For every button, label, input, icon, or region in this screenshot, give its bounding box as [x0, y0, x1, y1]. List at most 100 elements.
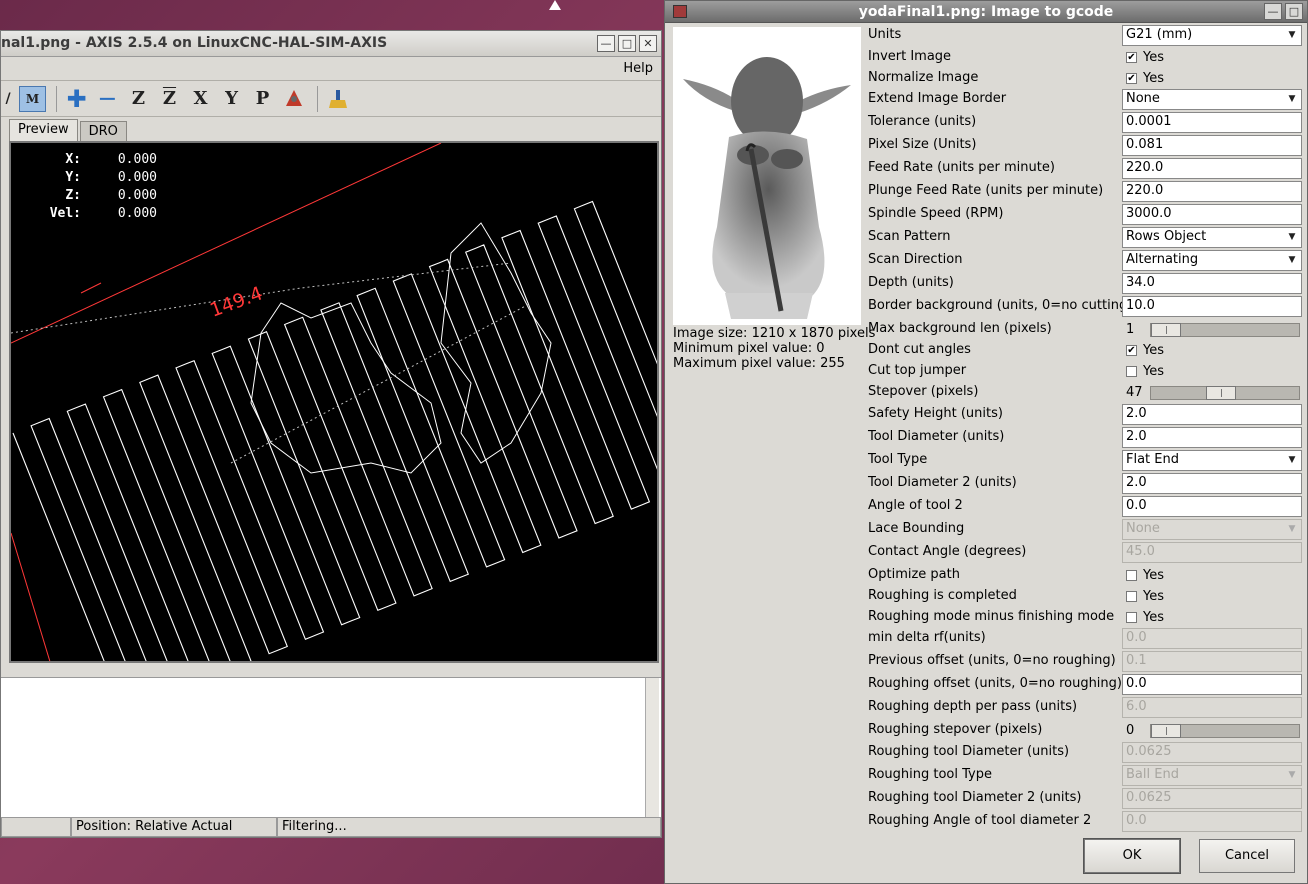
scan-pattern-select[interactable]: Rows Object ▼	[1122, 227, 1302, 248]
roughing-offset-units-0-no-roughing-field[interactable]: 0.0	[1122, 674, 1302, 695]
param-row-normalize-image: Normalize Image ✔ Yes	[868, 67, 1306, 88]
param-row-feed-rate-units-per-minute: Feed Rate (units per minute) 220.0	[868, 157, 1306, 180]
invert-image-checkbox[interactable]: ✔ Yes	[1122, 47, 1302, 68]
checkbox-unchecked-icon[interactable]	[1126, 570, 1137, 581]
param-label: Spindle Speed (RPM)	[868, 206, 1004, 221]
checkbox-checked-icon[interactable]: ✔	[1126, 73, 1137, 84]
border-background-units-0-no-cutting-field[interactable]: 10.0	[1122, 296, 1302, 317]
tool-diameter-2-units-field[interactable]: 2.0	[1122, 473, 1302, 494]
view-z2-button[interactable]: Z	[156, 86, 183, 112]
param-row-invert-image: Invert Image ✔ Yes	[868, 46, 1306, 67]
window-menu-icon[interactable]	[673, 5, 687, 18]
slider-track[interactable]	[1150, 723, 1300, 738]
slider-track[interactable]	[1150, 322, 1300, 337]
checkbox-checked-icon[interactable]: ✔	[1126, 52, 1137, 63]
gcode-text-area[interactable]	[1, 677, 661, 818]
angle-of-tool-2-field[interactable]: 0.0	[1122, 496, 1302, 517]
param-control: 0.0	[1122, 496, 1302, 517]
param-control: 34.0	[1122, 273, 1302, 294]
checkbox-unchecked-icon[interactable]	[1126, 612, 1137, 623]
help-menu[interactable]: Help	[623, 61, 653, 76]
normalize-image-checkbox[interactable]: ✔ Yes	[1122, 68, 1302, 89]
param-label: Roughing Angle of tool diameter 2	[868, 813, 1092, 828]
param-row-lace-bounding: Lace Bounding None ▼	[868, 518, 1306, 541]
tolerance-units-field[interactable]: 0.0001	[1122, 112, 1302, 133]
param-control: Yes	[1122, 586, 1302, 607]
optimize-path-checkbox[interactable]: Yes	[1122, 565, 1302, 586]
minimize-icon[interactable]: —	[1264, 3, 1282, 20]
pixel-size-units-field[interactable]: 0.081	[1122, 135, 1302, 156]
view-x-button[interactable]: X	[187, 86, 214, 112]
console-scrollbar[interactable]	[645, 678, 659, 818]
slider-thumb[interactable]	[1206, 385, 1236, 400]
maximize-icon[interactable]: □	[618, 35, 636, 52]
minimize-icon[interactable]: —	[597, 35, 615, 52]
dont-cut-angles-checkbox[interactable]: ✔ Yes	[1122, 340, 1302, 361]
param-row-tool-diameter-2-units: Tool Diameter 2 (units) 2.0	[868, 472, 1306, 495]
gcode-preview-canvas[interactable]: X: 0.000 Y: 0.000 Z: 0.000 Vel: 0.000 149.4	[9, 141, 659, 663]
param-label: Contact Angle (degrees)	[868, 544, 1027, 559]
rapid-move-path	[11, 262, 532, 464]
checkbox-checked-icon[interactable]: ✔	[1126, 345, 1137, 356]
clear-live-plot-icon[interactable]	[324, 86, 351, 112]
chevron-down-icon[interactable]: ▼	[1285, 453, 1299, 468]
min-pixel-label: Minimum pixel value: 0	[673, 341, 825, 356]
chevron-down-icon: ▼	[1288, 524, 1296, 534]
checkbox-unchecked-icon[interactable]	[1126, 591, 1137, 602]
chevron-down-icon[interactable]: ▼	[1285, 28, 1299, 43]
param-label: Roughing tool Diameter 2 (units)	[868, 790, 1082, 805]
param-label: Dont cut angles	[868, 342, 971, 357]
param-control: 6.0	[1122, 697, 1302, 718]
param-label: Cut top jumper	[868, 363, 967, 378]
depth-units-field[interactable]: 34.0	[1122, 273, 1302, 294]
machine-view-icon[interactable]: M	[19, 85, 46, 112]
param-control: Ball End ▼	[1122, 765, 1302, 786]
param-row-scan-direction: Scan Direction Alternating ▼	[868, 249, 1306, 272]
tool-type-select[interactable]: Flat End ▼	[1122, 450, 1302, 471]
feed-rate-units-per-minute-field[interactable]: 220.0	[1122, 158, 1302, 179]
slider-thumb[interactable]	[1151, 322, 1181, 337]
param-label: Roughing mode minus finishing mode	[868, 609, 1115, 624]
image-info: Image size: 1210 x 1870 pixels Minimum p…	[673, 326, 875, 371]
param-row-spindle-speed-rpm: Spindle Speed (RPM) 3000.0	[868, 203, 1306, 226]
safety-height-units-field[interactable]: 2.0	[1122, 404, 1302, 425]
parameter-form: Units G21 (mm) ▼ Invert Image ✔ Yes Normalize …	[868, 24, 1306, 833]
checkbox-unchecked-icon[interactable]	[1126, 366, 1137, 377]
param-row-roughing-mode-minus-finishing-mode: Roughing mode minus finishing mode Yes	[868, 606, 1306, 627]
roughing-mode-minus-finishing-mode-checkbox[interactable]: Yes	[1122, 607, 1302, 628]
chevron-down-icon[interactable]: ▼	[1285, 230, 1299, 245]
slider-thumb[interactable]	[1151, 723, 1181, 738]
view-p-button[interactable]: P	[249, 86, 276, 112]
param-control: Yes	[1122, 607, 1302, 628]
slider-track[interactable]	[1150, 385, 1300, 400]
spindle-speed-rpm-field[interactable]: 3000.0	[1122, 204, 1302, 225]
zoom-in-icon[interactable]: ✚	[63, 85, 90, 113]
view-toggle-button[interactable]: /	[1, 86, 15, 112]
param-control: 47	[1122, 382, 1302, 403]
tab-preview[interactable]: Preview	[9, 119, 78, 143]
tab-dro[interactable]: DRO	[79, 121, 127, 143]
param-control: ✔ Yes	[1122, 47, 1302, 68]
scan-direction-select[interactable]: Alternating ▼	[1122, 250, 1302, 271]
zoom-out-icon[interactable]: ─	[94, 85, 121, 113]
close-icon[interactable]: ✕	[639, 35, 657, 52]
chevron-down-icon[interactable]: ▼	[1285, 253, 1299, 268]
param-row-dont-cut-angles: Dont cut angles ✔ Yes	[868, 339, 1306, 360]
maximize-icon[interactable]: □	[1285, 3, 1303, 20]
select-value: Ball End	[1126, 767, 1179, 782]
view-z-button[interactable]: Z	[125, 86, 152, 112]
tool-diameter-units-field[interactable]: 2.0	[1122, 427, 1302, 448]
rotate-view-icon[interactable]	[280, 86, 307, 112]
cancel-button[interactable]: Cancel	[1199, 839, 1295, 873]
extend-image-border-select[interactable]: None ▼	[1122, 89, 1302, 110]
param-label: Roughing tool Type	[868, 767, 992, 782]
ok-button[interactable]: OK	[1084, 839, 1180, 873]
units-select[interactable]: G21 (mm) ▼	[1122, 25, 1302, 46]
view-y-button[interactable]: Y	[218, 86, 245, 112]
roughing-is-completed-checkbox[interactable]: Yes	[1122, 586, 1302, 607]
plunge-feed-rate-units-per-minute-field[interactable]: 220.0	[1122, 181, 1302, 202]
param-control: 0.0	[1122, 674, 1302, 695]
chevron-down-icon[interactable]: ▼	[1285, 92, 1299, 107]
cut-top-jumper-checkbox[interactable]: Yes	[1122, 361, 1302, 382]
figure-contour	[250, 222, 552, 474]
